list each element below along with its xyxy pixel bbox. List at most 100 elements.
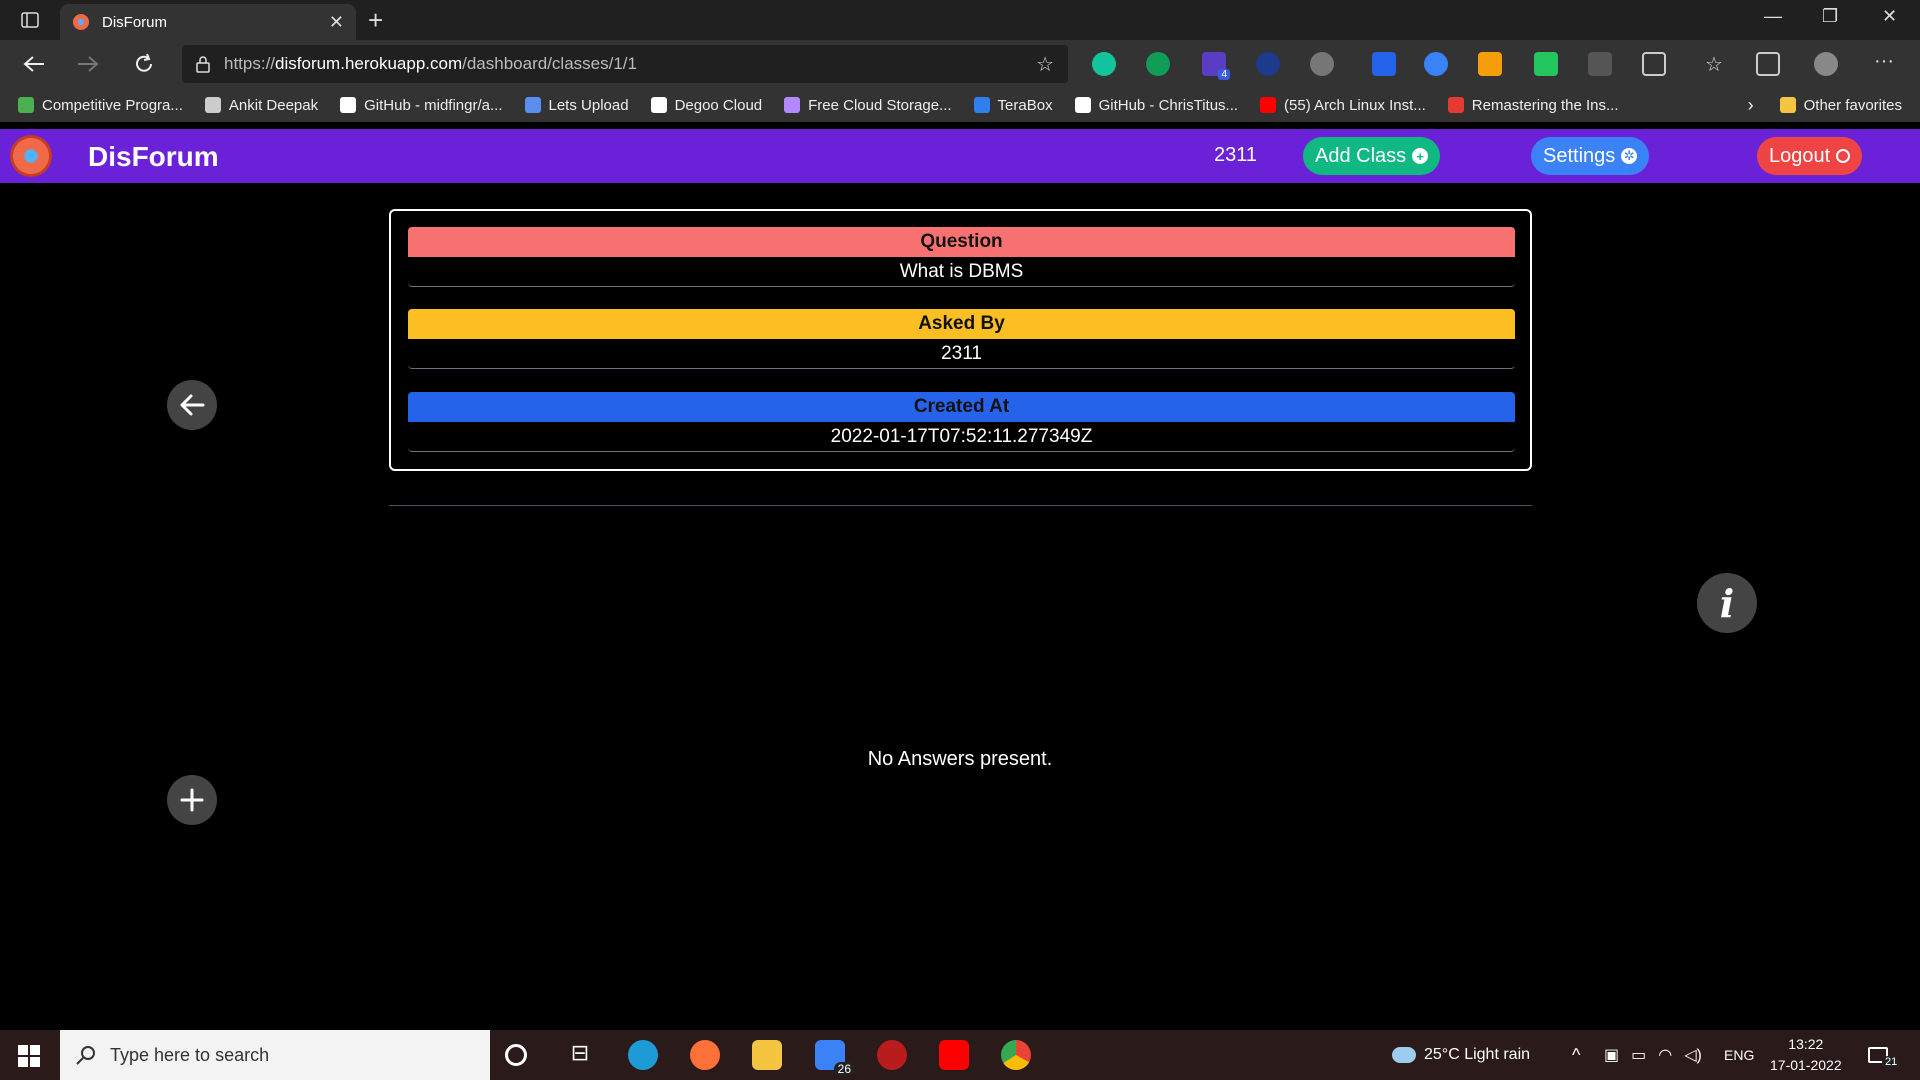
question-card: Question What is DBMS Asked By 2311 Crea… [389, 209, 1532, 471]
browser-toolbar: https://disforum.herokuapp.com/dashboard… [0, 40, 1920, 88]
windows-start-icon[interactable] [18, 1045, 40, 1067]
browser-tab-strip: DisForum ✕ + — ❐ ✕ [0, 0, 1920, 40]
task-view-icon[interactable]: ⊟ [565, 1040, 595, 1070]
grammarly-extension-icon[interactable] [1092, 52, 1116, 76]
profile-avatar-icon[interactable] [1814, 52, 1838, 76]
notification-center-icon[interactable]: 21 [1868, 1030, 1901, 1080]
refresh-button[interactable] [128, 48, 160, 80]
weather-text: 25°C Light rain [1424, 1046, 1531, 1063]
cortana-icon[interactable] [505, 1044, 527, 1066]
bookmark-label: (55) Arch Linux Inst... [1284, 96, 1426, 114]
browser-tab-active[interactable]: DisForum ✕ [60, 4, 356, 40]
back-button[interactable] [18, 48, 50, 80]
bookmark-item[interactable]: Competitive Progra... [18, 97, 183, 114]
bookmark-item[interactable]: GitHub - midfingr/a... [340, 97, 503, 114]
taskbar-clock[interactable]: 13:22 17-01-2022 [1770, 1034, 1842, 1076]
bookmark-favicon-icon [1074, 97, 1091, 113]
checkmark-extension-icon[interactable] [1256, 52, 1280, 76]
extension-yellow-icon[interactable] [1478, 52, 1502, 76]
minimize-button[interactable]: — [1764, 6, 1782, 27]
firefox-taskbar-icon[interactable] [690, 1040, 720, 1070]
tab-close-icon[interactable]: ✕ [329, 12, 344, 33]
bookmark-item[interactable]: (55) Arch Linux Inst... [1260, 97, 1426, 114]
add-answer-button[interactable] [167, 775, 217, 825]
bookmark-label: Degoo Cloud [674, 96, 763, 114]
extension-badge-icon[interactable]: 4 [1202, 52, 1230, 80]
tray-chevron-icon[interactable]: ^ [1572, 1030, 1580, 1080]
add-class-button[interactable]: Add Class + [1303, 137, 1441, 175]
meet-now-icon[interactable]: ▣ [1604, 1045, 1619, 1065]
collections-icon[interactable] [1756, 52, 1780, 76]
extensions-puzzle-icon[interactable] [1642, 52, 1666, 76]
youtube-taskbar-icon[interactable] [939, 1040, 969, 1070]
brand-title[interactable]: DisForum [88, 141, 219, 173]
weather-widget[interactable]: 25°C Light rain [1392, 1030, 1530, 1080]
bookmark-item[interactable]: Lets Upload [524, 97, 629, 114]
disforum-logo[interactable] [10, 135, 52, 177]
close-window-button[interactable]: ✕ [1882, 6, 1897, 27]
settings-button[interactable]: Settings ✲ [1531, 137, 1650, 175]
question-heading: Question [408, 227, 1515, 257]
file-explorer-taskbar-icon[interactable] [752, 1040, 782, 1070]
bookmark-favicon-icon [1447, 97, 1464, 113]
bookmark-item[interactable]: Free Cloud Storage... [784, 96, 952, 114]
add-favorite-star-icon[interactable]: ☆ [1036, 52, 1054, 77]
logout-label: Logout [1769, 144, 1831, 167]
folder-icon [1779, 97, 1796, 113]
extension-color-icon[interactable] [1534, 52, 1558, 76]
url-prefix: https:// [224, 54, 276, 73]
battery-icon[interactable]: ▭ [1631, 1045, 1646, 1065]
mail-taskbar-icon[interactable]: 26 [815, 1040, 855, 1076]
volume-icon[interactable]: ◁) [1684, 1045, 1702, 1065]
chrome-taskbar-icon[interactable] [1001, 1040, 1031, 1070]
other-favorites-link[interactable]: Other favorites [1804, 97, 1902, 114]
forward-arrow-icon [78, 56, 99, 72]
bookmark-label: GitHub - ChrisTitus... [1098, 96, 1239, 114]
bookmark-item[interactable]: Degoo Cloud [650, 96, 763, 114]
forward-button[interactable] [72, 48, 104, 80]
created-at-heading: Created At [408, 392, 1515, 422]
bookmark-favicon-icon [524, 97, 541, 113]
edge-taskbar-icon[interactable] [628, 1040, 658, 1070]
bookmark-item[interactable]: Remastering the Ins... [1447, 97, 1619, 114]
wifi-icon[interactable]: ◠ [1658, 1045, 1672, 1065]
bookmark-favicon-icon [340, 97, 357, 113]
address-bar[interactable]: https://disforum.herokuapp.com/dashboard… [182, 45, 1068, 83]
bookmark-item[interactable]: TeraBox [973, 97, 1053, 114]
extension-ring-icon[interactable] [1424, 52, 1448, 76]
red-app-taskbar-icon[interactable] [877, 1040, 907, 1070]
extension-cube-icon[interactable] [1588, 52, 1612, 76]
gear-extension-icon[interactable] [1310, 52, 1334, 76]
url-text: https://disforum.herokuapp.com/dashboard… [224, 54, 637, 74]
tab-actions-button[interactable] [14, 8, 46, 32]
extension-blue-icon[interactable] [1372, 52, 1396, 76]
bookmark-label: Free Cloud Storage... [808, 96, 952, 114]
clock-date: 17-01-2022 [1770, 1057, 1842, 1073]
new-tab-button[interactable]: + [368, 4, 383, 36]
logout-button[interactable]: Logout [1757, 137, 1863, 175]
settings-label: Settings [1543, 144, 1616, 167]
bookmarks-right: › Other favorites [1748, 88, 1902, 122]
language-indicator[interactable]: ENG [1724, 1030, 1754, 1080]
favorites-icon[interactable]: ☆ [1702, 52, 1726, 76]
bookmark-favicon-icon [204, 97, 221, 113]
restore-button[interactable]: ❐ [1822, 6, 1838, 27]
bookmark-label: Competitive Progra... [42, 96, 183, 114]
bookmark-favicon-icon [784, 97, 801, 113]
bookmark-item[interactable]: GitHub - ChrisTitus... [1074, 96, 1239, 114]
info-button[interactable]: i [1697, 573, 1757, 633]
add-class-label: Add Class [1315, 144, 1407, 167]
url-path: /dashboard/classes/1/1 [462, 54, 637, 73]
question-value: What is DBMS [408, 257, 1515, 287]
more-menu-icon[interactable]: ··· [1872, 51, 1896, 76]
extension-a-icon[interactable] [1146, 52, 1170, 76]
username-label: 2311 [1214, 144, 1258, 166]
plus-circle-icon: + [1412, 148, 1429, 164]
back-round-button[interactable] [167, 380, 217, 430]
logout-icon [1836, 149, 1851, 163]
taskbar-search-box[interactable]: Type here to search [60, 1030, 490, 1080]
bookmark-item[interactable]: Ankit Deepak [204, 97, 318, 114]
asked-by-heading: Asked By [408, 309, 1515, 339]
bookmarks-overflow-chevron-icon[interactable]: › [1748, 95, 1754, 116]
disforum-favicon-icon [73, 14, 89, 30]
